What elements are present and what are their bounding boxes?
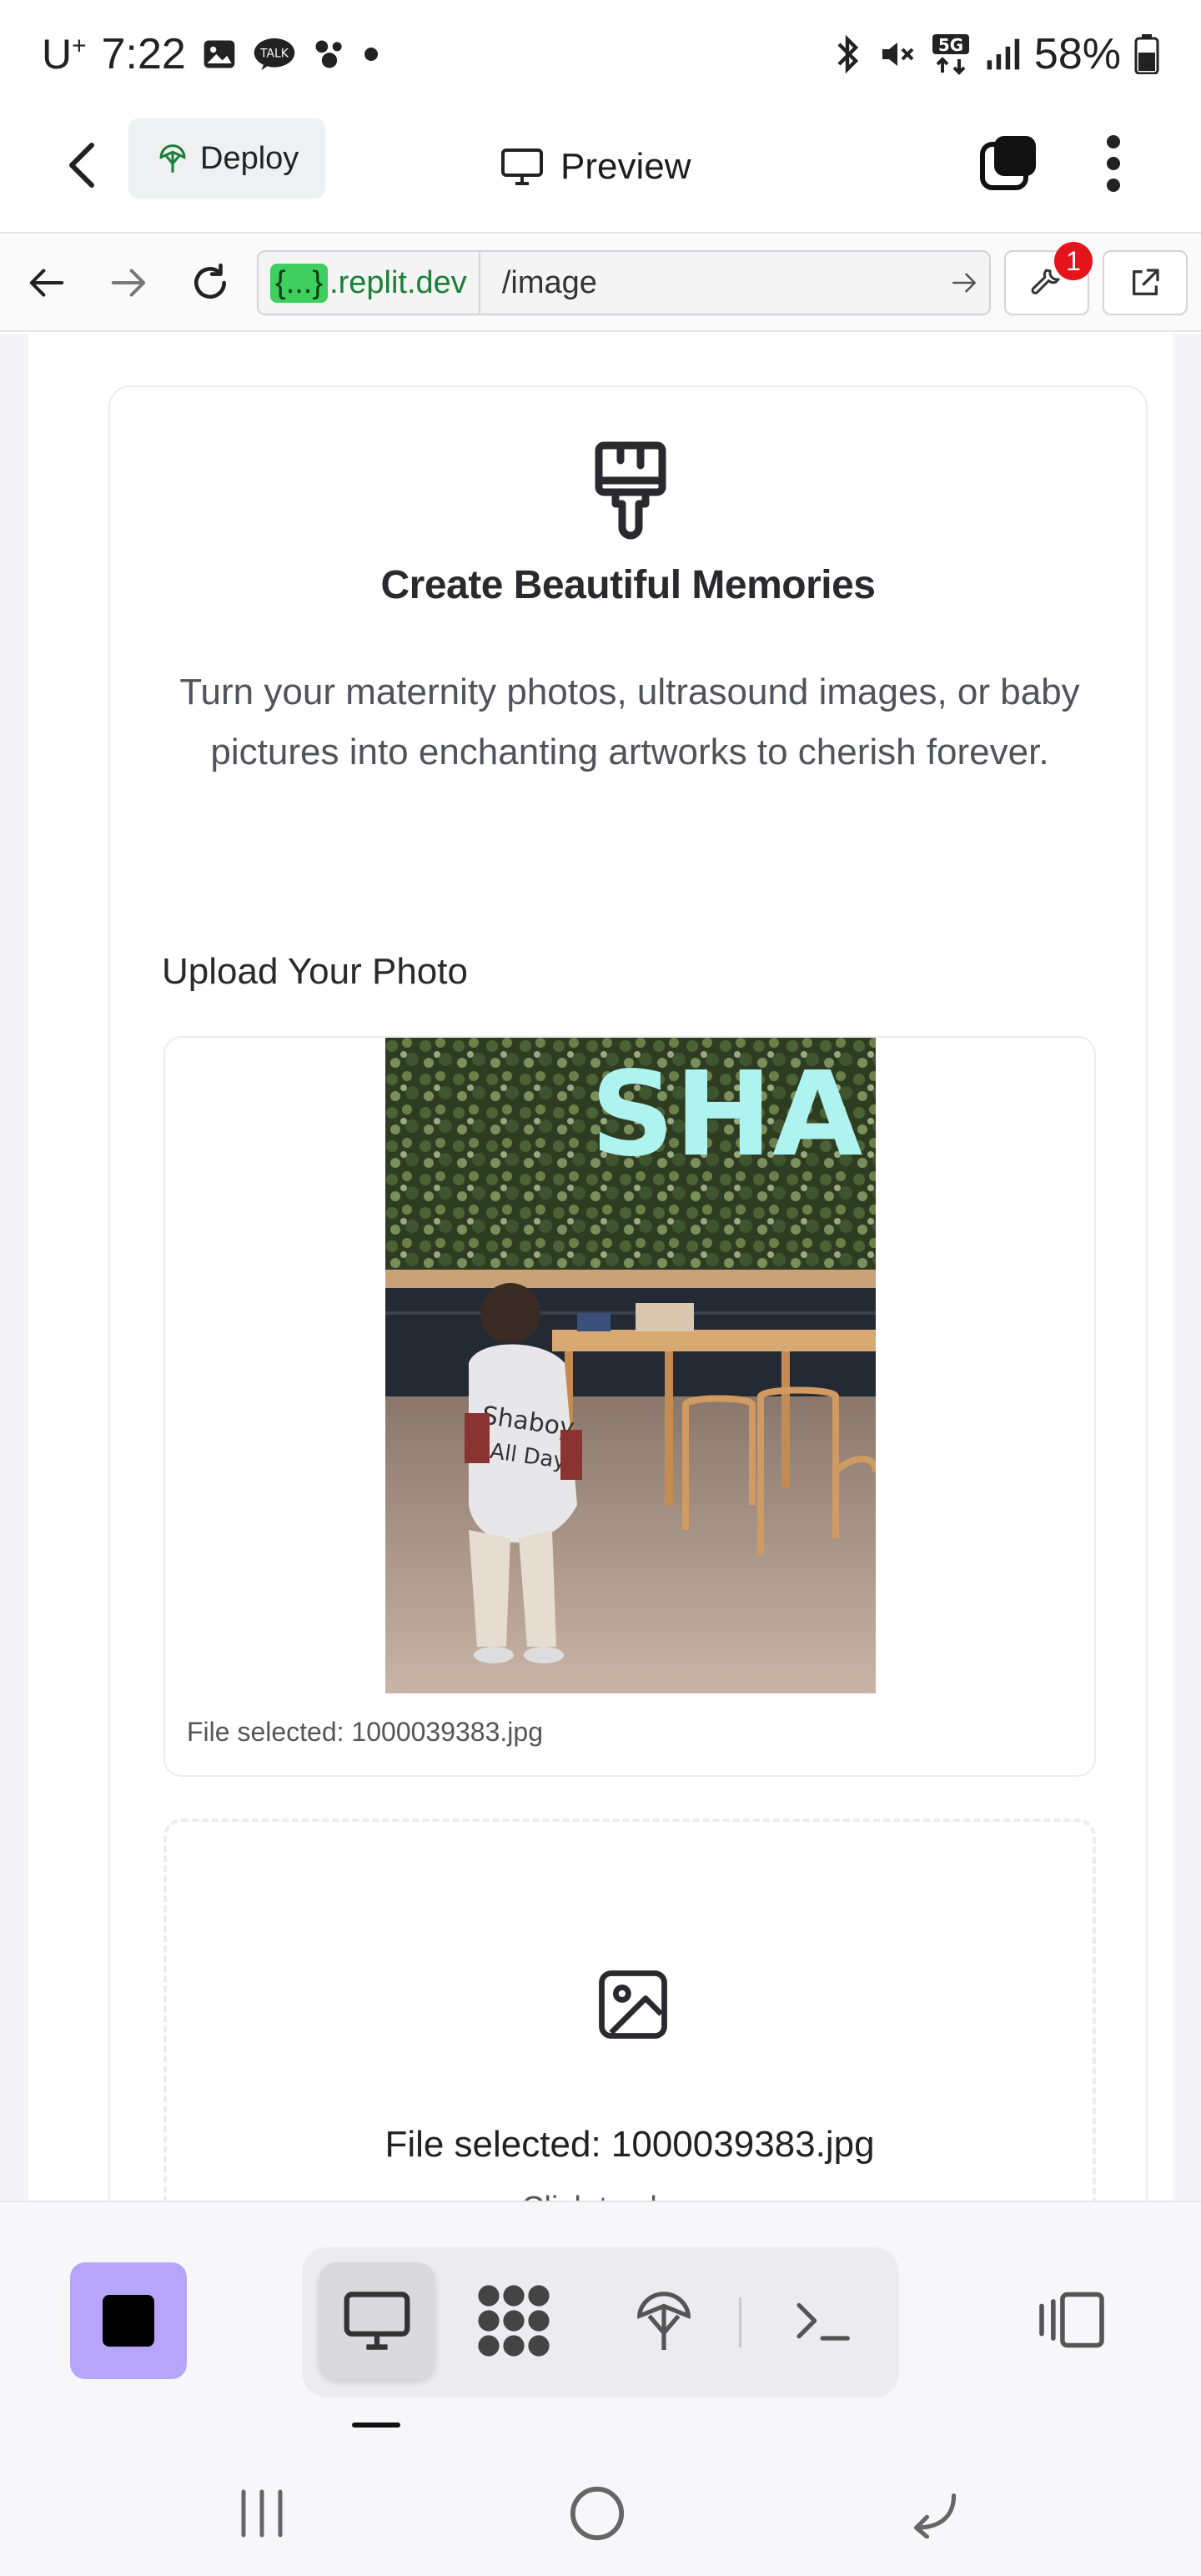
preview-tool-button[interactable] (319, 2262, 435, 2379)
preview-label: Preview (560, 146, 691, 187)
terminal-icon (796, 2302, 850, 2341)
files-tool-button[interactable] (455, 2262, 572, 2379)
back-gesture-button[interactable] (884, 2476, 984, 2551)
sign-text: SHA (590, 1047, 862, 1183)
system-nav-bar (0, 2451, 1201, 2576)
more-options-button[interactable] (1093, 130, 1134, 197)
image-preview-box: SHA Shaboy All Day File selected: 100003… (163, 1036, 1096, 1777)
layout-toggle-button[interactable] (1034, 2282, 1109, 2357)
file-selected-caption: File selected: 1000039383.jpg (187, 1717, 543, 1747)
domain-suffix: .replit.dev (329, 264, 467, 300)
paintbrush-icon (595, 441, 666, 540)
stop-button[interactable] (70, 2262, 187, 2379)
svg-text:5G: 5G (938, 35, 963, 55)
dropzone-title: File selected: 1000039383.jpg (384, 2124, 875, 2165)
image-icon (599, 1970, 667, 2039)
status-bar: U+ 7:22 TALK 5G 58% (0, 0, 1201, 108)
url-path-input[interactable]: /image (480, 265, 939, 301)
url-domain[interactable]: {...} .replit.dev (259, 252, 480, 314)
devtools-button[interactable]: 1 (1004, 242, 1093, 315)
recent-apps-button[interactable] (212, 2476, 312, 2551)
battery-percent: 58% (1033, 30, 1121, 78)
reload-button[interactable] (183, 254, 237, 312)
back-button[interactable] (57, 132, 107, 199)
shell-tool-button[interactable] (764, 2262, 881, 2379)
arrow-left-icon (29, 269, 64, 297)
deploy-button[interactable]: Deploy (128, 118, 325, 199)
active-tab-indicator (352, 2423, 400, 2428)
kakaotalk-icon: TALK (253, 36, 296, 73)
page-content: Create Beautiful Memories Turn your mate… (28, 334, 1173, 2202)
browser-back-button[interactable] (20, 254, 73, 312)
deploy-label: Deploy (200, 140, 299, 176)
recent-apps-icon (241, 2489, 283, 2538)
web-preview: Create Beautiful Memories Turn your mate… (0, 334, 1201, 2202)
back-arrow-icon (914, 2493, 957, 2538)
workspace-toolbar (0, 2201, 1201, 2451)
reload-icon (194, 263, 226, 299)
home-button[interactable] (547, 2476, 647, 2551)
monitor-icon (501, 148, 543, 185)
deploy-tool-button[interactable] (606, 2262, 722, 2379)
url-go-button[interactable] (939, 271, 989, 294)
tabs-icon (980, 136, 1036, 190)
dot-icon (363, 46, 379, 63)
upload-dropzone[interactable]: File selected: 1000039383.jpg Click to c… (163, 1819, 1096, 2202)
kakao-friends-icon (311, 36, 348, 73)
monitor-icon (344, 2292, 410, 2350)
grid-dots-icon (478, 2285, 550, 2357)
stop-icon (103, 2295, 154, 2347)
tabs-button[interactable] (977, 130, 1041, 197)
tool-group (302, 2247, 899, 2397)
status-left: U+ 7:22 TALK (42, 29, 379, 79)
more-vertical-icon (1107, 135, 1120, 192)
domain-badge: {...} (270, 263, 329, 303)
clock: 7:22 (101, 30, 186, 78)
browser-forward-button[interactable] (102, 254, 155, 312)
arrow-right-icon (952, 273, 976, 293)
open-new-tab-button[interactable] (1103, 250, 1188, 315)
app-header: Deploy Preview (0, 108, 1201, 234)
preview-title: Preview (500, 133, 691, 200)
devtools-notification-badge: 1 (1054, 242, 1093, 280)
carrier-label: U+ (42, 31, 87, 78)
card-title: Create Beautiful Memories (380, 563, 876, 607)
create-card: Create Beautiful Memories Turn your mate… (108, 385, 1148, 2202)
upload-label: Upload Your Photo (162, 951, 468, 992)
arrow-right-icon (111, 269, 146, 297)
5g-icon: 5G (931, 33, 971, 76)
card-description: Turn your maternity photos, ultrasound i… (179, 672, 1080, 772)
url-bar[interactable]: {...} .replit.dev /image (257, 250, 991, 315)
svg-text:TALK: TALK (259, 47, 289, 60)
mute-icon (877, 34, 917, 74)
battery-icon (1134, 34, 1159, 74)
browser-toolbar: {...} .replit.dev /image 1 (0, 234, 1201, 332)
signal-icon (984, 36, 1021, 73)
external-link-icon (1133, 269, 1159, 295)
uploaded-photo: SHA Shaboy All Day (385, 1038, 876, 1693)
deploy-icon (159, 144, 186, 173)
bluetooth-icon (831, 34, 864, 74)
toolbar-divider (739, 2297, 741, 2347)
gallery-icon (201, 36, 238, 73)
status-right: 5G 58% (831, 29, 1159, 79)
home-circle-icon (570, 2486, 625, 2541)
chevron-left-icon (69, 143, 94, 188)
panel-layout-icon (1039, 2292, 1104, 2348)
deploy-icon (637, 2292, 691, 2350)
